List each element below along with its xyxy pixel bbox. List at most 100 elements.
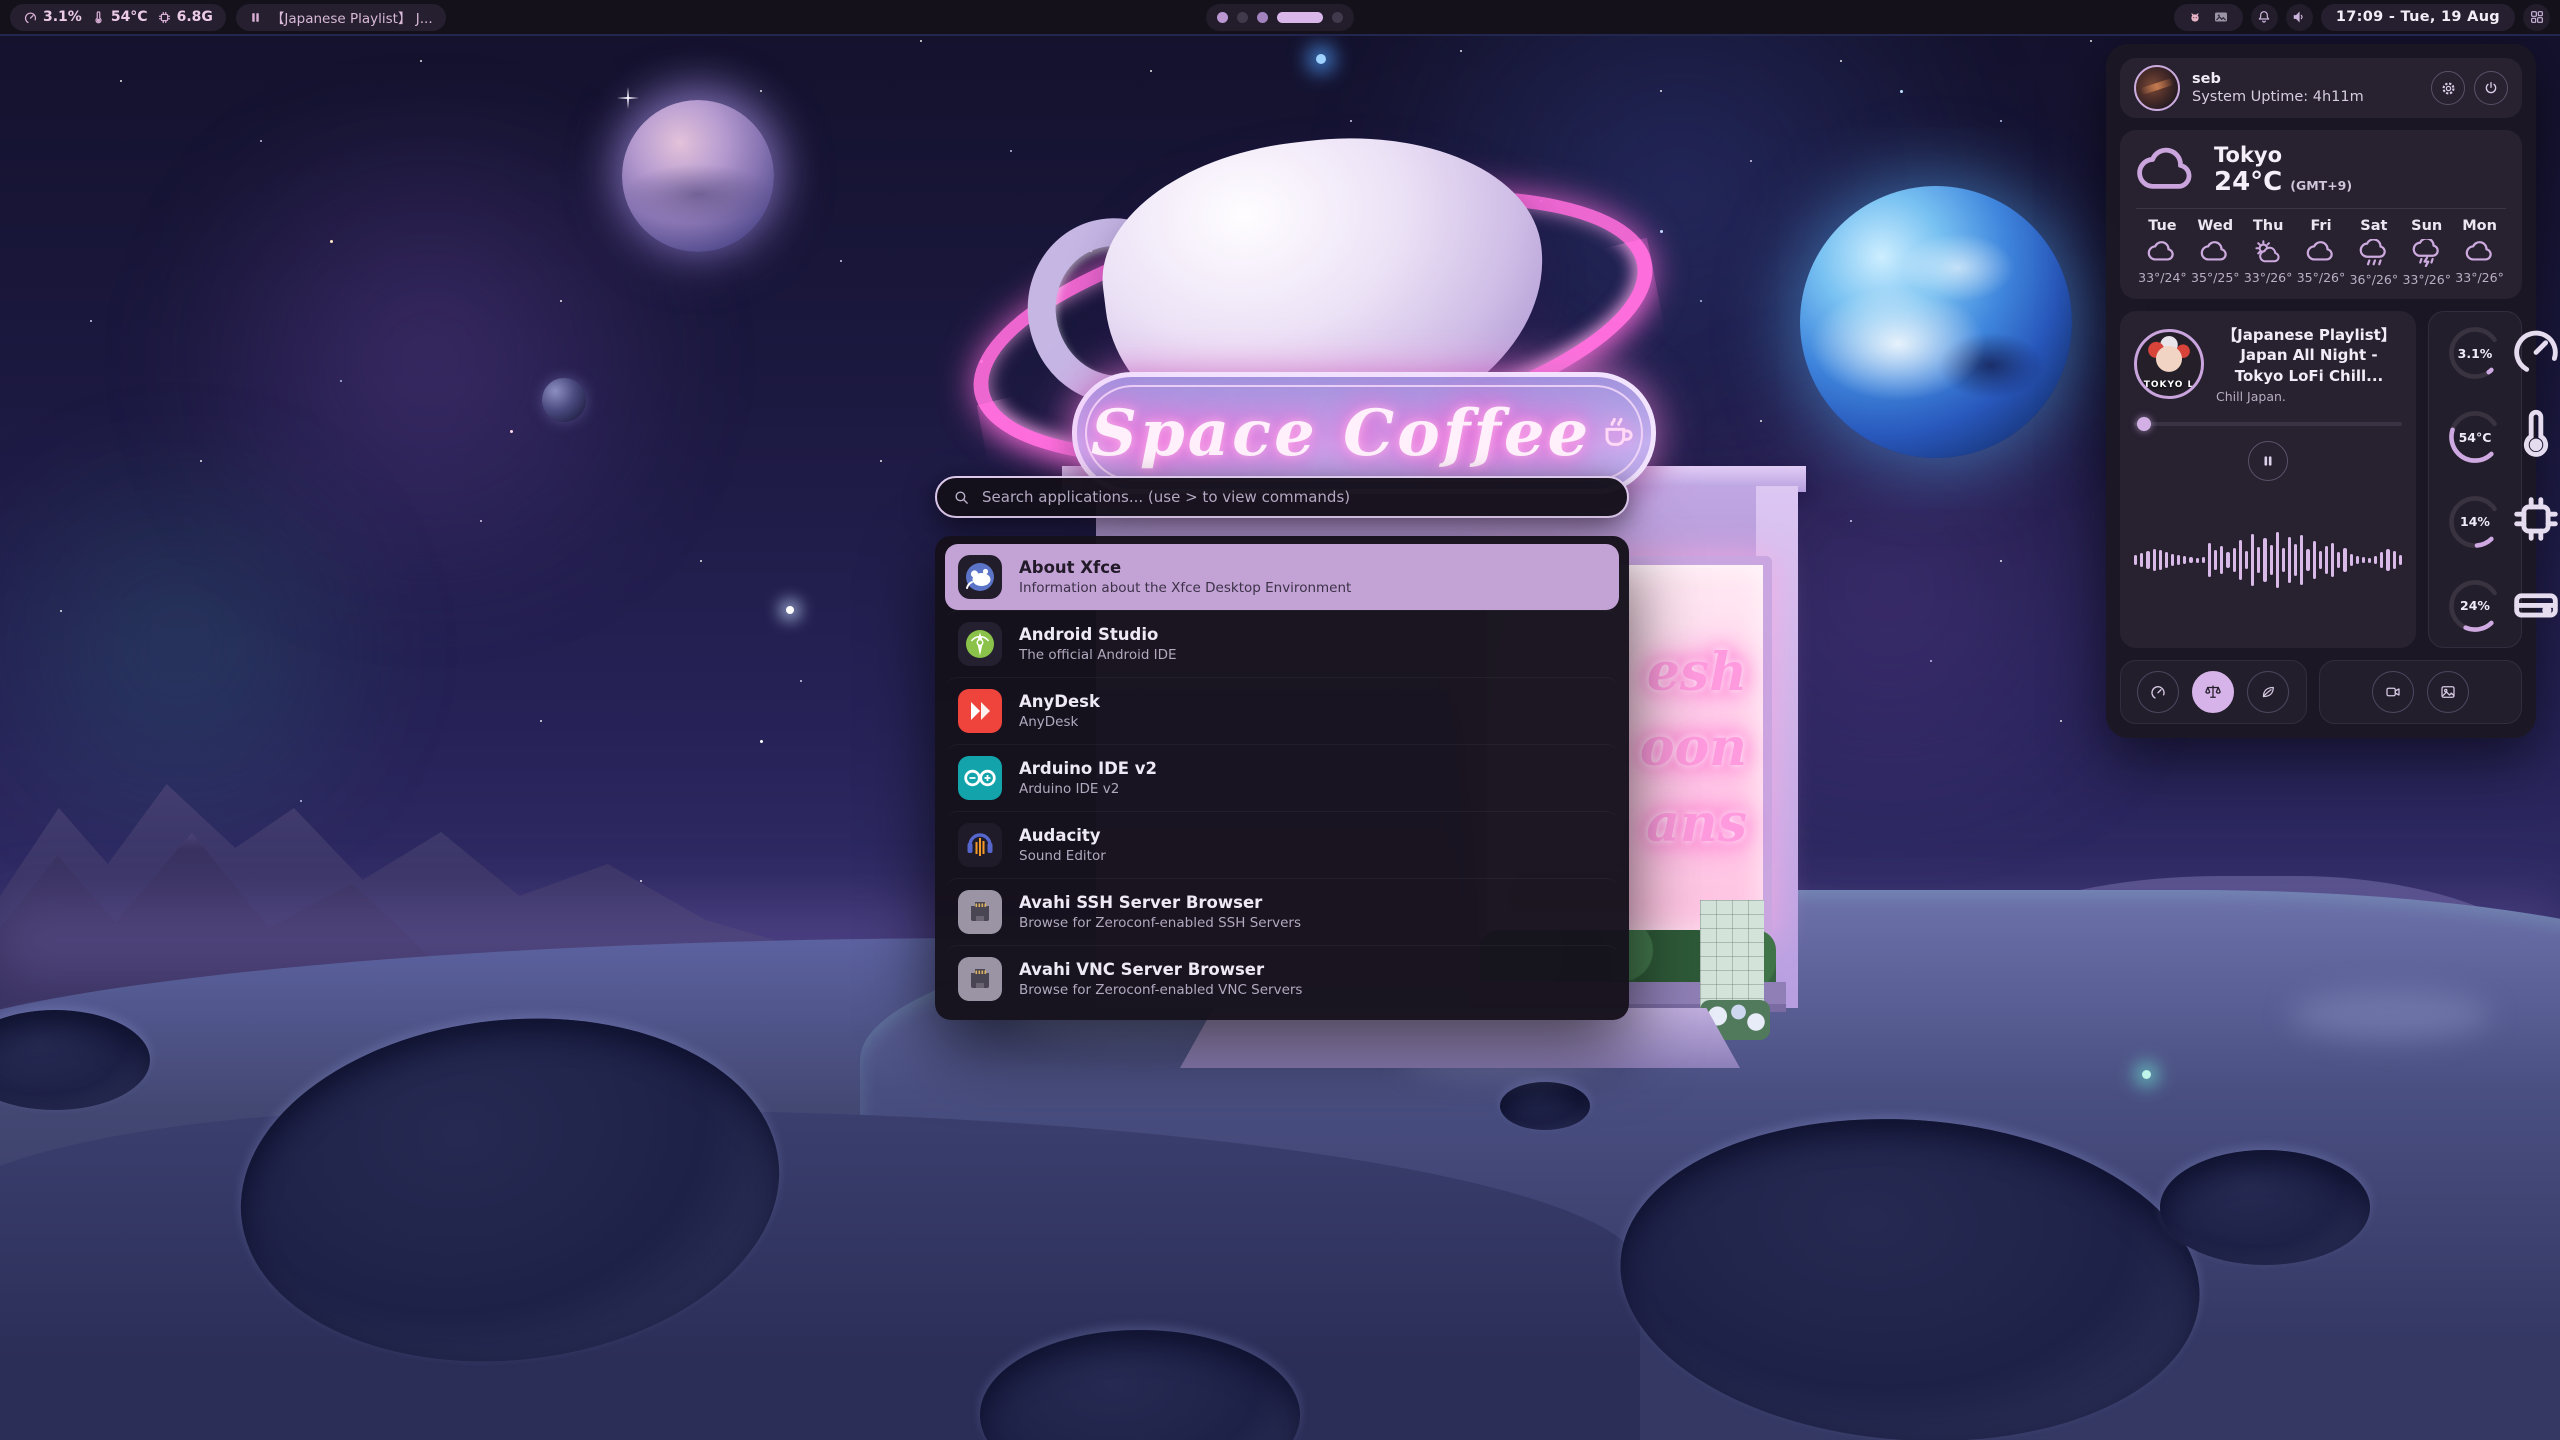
top-panel: 3.1% 54°C 6.8G <box>0 0 2560 36</box>
search-input[interactable] <box>980 487 1611 507</box>
weather-city: Tokyo <box>2214 144 2352 167</box>
pause-button[interactable] <box>2248 441 2288 481</box>
waveform-bar <box>2214 550 2217 570</box>
performance-mode-button[interactable] <box>2137 671 2179 713</box>
gauge: 3.1% <box>2446 324 2504 382</box>
waveform-bar <box>2331 543 2334 577</box>
avatar <box>2134 65 2180 111</box>
waveform-bar <box>2202 557 2205 563</box>
image-tray-icon[interactable] <box>2212 8 2230 26</box>
workspace-dot[interactable] <box>1217 12 1228 23</box>
divider <box>2136 208 2506 209</box>
forecast-day: Fri 35°/26° <box>2295 218 2348 287</box>
waveform-bar <box>2165 552 2168 568</box>
app-list-item[interactable]: Arduino IDE v2 Arduino IDE v2 <box>945 744 1619 811</box>
media-player-widget: TOKYO L 【Japanese Playlist】 Japan All Ni… <box>2120 311 2416 648</box>
weather-timezone: (GMT+9) <box>2290 178 2352 193</box>
settings-button[interactable] <box>2431 71 2465 105</box>
media-pill[interactable]: 【Japanese Playlist】 J... <box>236 4 446 31</box>
gauge-value: 14% <box>2446 493 2504 551</box>
waveform-bar <box>2257 547 2260 573</box>
waveform-bar <box>2368 558 2371 563</box>
bell-icon <box>2256 9 2272 25</box>
system-gauges: 3.1% 54°C 14% <box>2428 311 2522 648</box>
volume-button[interactable] <box>2286 4 2313 31</box>
powersave-mode-button[interactable] <box>2247 671 2289 713</box>
workspace-pill <box>1206 4 1354 31</box>
media-pill-label: 【Japanese Playlist】 J... <box>271 7 433 27</box>
forecast-day-label: Sat <box>2360 218 2387 234</box>
app-list-item[interactable]: About Xfce Information about the Xfce De… <box>945 544 1619 610</box>
gauge-value: 3.1% <box>2446 324 2504 382</box>
balanced-mode-button[interactable] <box>2192 671 2234 713</box>
app-description: Sound Editor <box>1019 848 1106 864</box>
neon-sign-text: Space Coffee <box>1091 396 1592 471</box>
purple-planet <box>622 100 774 252</box>
forecast-day-label: Mon <box>2462 218 2497 234</box>
waveform-bar <box>2153 549 2156 571</box>
sidebar-middle-row: TOKYO L 【Japanese Playlist】 Japan All Ni… <box>2120 311 2522 648</box>
app-list-item[interactable]: Avahi SSH Server Browser Browse for Zero… <box>945 878 1619 945</box>
power-button[interactable] <box>2474 71 2508 105</box>
waveform-bar <box>2226 552 2229 568</box>
seek-slider[interactable] <box>2134 417 2402 431</box>
weather-condition-icon <box>2147 239 2177 265</box>
app-texts: Avahi VNC Server Browser Browse for Zero… <box>1019 960 1302 998</box>
waveform-bar <box>2306 549 2309 571</box>
sparkle-star <box>617 87 639 109</box>
quick-settings-left <box>2120 660 2307 724</box>
app-title: Android Studio <box>1019 625 1177 644</box>
app-description: Browse for Zeroconf-enabled VNC Servers <box>1019 982 1302 998</box>
screen-record-button[interactable] <box>2372 671 2414 713</box>
system-stats-pill[interactable]: 3.1% 54°C 6.8G <box>10 4 226 31</box>
workspace-dot[interactable] <box>1332 12 1343 23</box>
app-grid-button[interactable] <box>2523 4 2550 31</box>
track-title: 【Japanese Playlist】 Japan All Night - To… <box>2216 325 2402 386</box>
workspace-dot[interactable] <box>1277 12 1323 23</box>
speedometer-icon <box>23 10 38 25</box>
app-title: Audacity <box>1019 826 1106 845</box>
waveform-bar <box>2189 557 2192 563</box>
power-icon <box>2483 80 2499 96</box>
app-list-item[interactable]: Avahi VNC Server Browser Browse for Zero… <box>945 945 1619 1012</box>
forecast-day: Mon 33°/26° <box>2453 218 2506 287</box>
waveform-bar <box>2220 546 2223 574</box>
app-description: The official Android IDE <box>1019 647 1177 663</box>
waveform-bar <box>2233 548 2236 572</box>
app-title: Avahi SSH Server Browser <box>1019 893 1301 912</box>
app-list-item[interactable]: AnyDesk AnyDesk <box>945 677 1619 744</box>
clock-label: 17:09 - Tue, 19 Aug <box>2336 9 2500 25</box>
app-icon <box>957 889 1003 935</box>
weather-widget: Tokyo 24°C (GMT+9) Tue 33°/24° Wed <box>2120 130 2522 299</box>
forecast-day: Sun 33°/26° <box>2400 218 2453 287</box>
seek-thumb[interactable] <box>2137 417 2151 431</box>
forecast-temps: 35°/26° <box>2297 270 2346 285</box>
speaker-icon <box>2291 9 2307 25</box>
app-icon <box>957 755 1003 801</box>
app-description: Arduino IDE v2 <box>1019 781 1157 797</box>
app-icon <box>957 554 1003 600</box>
earth-planet <box>1800 186 2072 458</box>
forecast-temps: 33°/26° <box>2402 272 2451 287</box>
waveform-bar <box>2282 548 2285 572</box>
forecast-temps: 35°/25° <box>2191 270 2240 285</box>
weather-city-block: Tokyo 24°C (GMT+9) <box>2214 144 2352 197</box>
tray-app-icon[interactable] <box>2187 9 2203 25</box>
app-texts: AnyDesk AnyDesk <box>1019 692 1100 730</box>
workspace-dot[interactable] <box>1257 12 1268 23</box>
search-bar[interactable] <box>935 476 1629 518</box>
notifications-button[interactable] <box>2251 4 2278 31</box>
workspace-dot[interactable] <box>1237 12 1248 23</box>
waveform-bar <box>2325 546 2328 574</box>
sign-cup-icon <box>1597 411 1637 455</box>
app-title: AnyDesk <box>1019 692 1100 711</box>
cpu-stat: 3.1% <box>23 9 82 25</box>
clock[interactable]: 17:09 - Tue, 19 Aug <box>2321 4 2515 31</box>
app-texts: Android Studio The official Android IDE <box>1019 625 1177 663</box>
topbar-right: 17:09 - Tue, 19 Aug <box>2174 4 2550 31</box>
app-list-item[interactable]: Android Studio The official Android IDE <box>945 610 1619 677</box>
wallpaper-button[interactable] <box>2427 671 2469 713</box>
app-title: About Xfce <box>1019 558 1351 577</box>
window-neon-text: esh <box>1647 635 1747 710</box>
app-list-item[interactable]: Audacity Sound Editor <box>945 811 1619 878</box>
